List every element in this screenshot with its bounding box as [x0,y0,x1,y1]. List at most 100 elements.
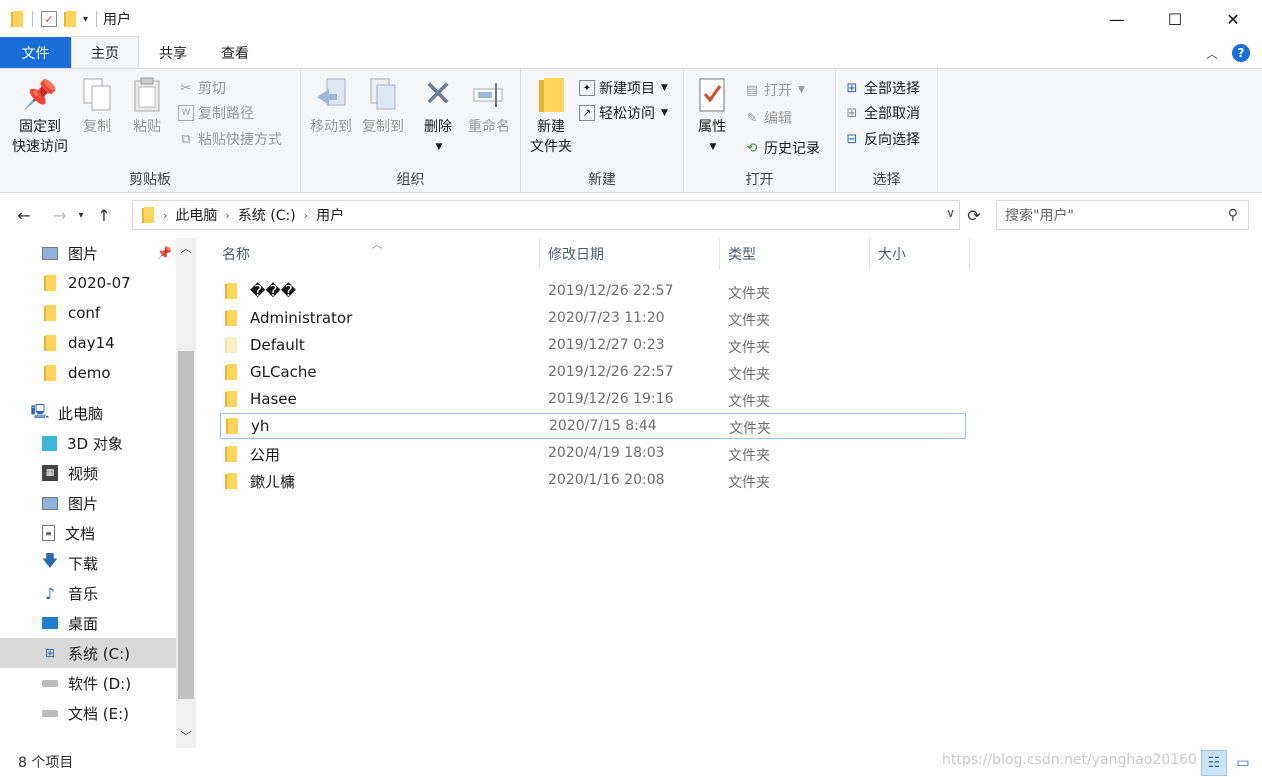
minimize-button[interactable]: — [1088,0,1146,38]
chevron-right-icon[interactable]: › [225,209,229,222]
tab-view[interactable]: 查看 [203,37,265,68]
nav-item-day14[interactable]: day14 [0,328,176,358]
forward-arrow-icon[interactable]: → [46,206,74,225]
file-name: Default [250,336,305,354]
nav-item-label: demo [68,364,111,382]
breadcrumb-this-pc[interactable]: 此电脑 [175,205,217,225]
delete-dropdown-icon[interactable]: ▼ [436,137,443,157]
back-arrow-icon[interactable]: ← [10,206,38,225]
chevron-right-icon[interactable]: › [304,209,308,222]
invert-selection-button[interactable]: ⊟ 反向选择 [844,128,920,150]
column-header-type[interactable]: 类型 [720,238,870,270]
pin-quick-access-button[interactable]: 📌 固定到 快速访问 [8,75,72,157]
chevron-down-icon[interactable]: ∨ [946,206,955,220]
tab-file[interactable]: 文件 [0,37,71,68]
copy-button[interactable]: 复制 [78,75,116,137]
file-name: 公用 [250,446,281,464]
refresh-icon[interactable]: ⟳ [962,200,986,230]
new-item-button[interactable]: ✦ 新建项目 ▼ [579,77,668,99]
easy-access-button[interactable]: ↗ 轻松访问 ▼ [579,102,668,124]
paste-button[interactable]: 粘贴 [128,75,166,137]
search-input[interactable]: 搜索"用户" ⚲ [996,200,1249,230]
rename-button[interactable]: 重命名 [463,75,515,137]
folder-icon [42,304,58,322]
nav-item-pictures[interactable]: 图片 [0,488,176,518]
scroll-down-icon[interactable]: ﹀ [176,728,196,744]
file-row[interactable]: Hasee 2019/12/26 19:16 文件夹 [220,387,966,413]
recent-locations-icon[interactable]: ▾ [74,210,88,221]
details-view-button[interactable]: ☷ [1201,750,1227,776]
file-row[interactable]: ��� 2019/12/26 22:57 文件夹 [220,279,966,305]
open-button[interactable]: ▤ 打开 ▼ [744,79,805,101]
column-header-size[interactable]: 大小 [870,238,970,270]
copy-path-button[interactable]: W 复制路径 [178,102,254,124]
navigation-pane: 图片 📌 2020-07 conf day14 demo 🖳 此电脑 3D 对象… [0,238,176,748]
scroll-up-icon[interactable]: ︿ [176,240,196,256]
nav-item-this-pc[interactable]: 🖳 此电脑 [0,398,176,428]
column-header-date[interactable]: 修改日期 [540,238,720,270]
nav-item-label: 下载 [68,554,99,573]
nav-scrollbar[interactable]: ︿ ﹀ [176,238,196,748]
new-folder-button[interactable]: 新建 文件夹 [525,75,577,157]
pin-label-line2: 快速访问 [12,139,68,155]
properties-icon[interactable]: ✓ [41,11,57,27]
edit-button[interactable]: ✎ 编辑 [744,107,792,129]
nav-item-label: 系统 (C:) [68,644,130,663]
pin-icon[interactable]: 📌 [157,246,172,260]
select-all-button[interactable]: ⊞ 全部选择 [844,77,920,99]
folder-icon [43,304,57,322]
address-bar[interactable]: › 此电脑 › 系统 (C:) › 用户 ∨ [132,200,960,230]
file-type: 文件夹 [728,475,770,491]
file-row[interactable]: 鏉ㄦ槦 2020/1/16 20:08 文件夹 [220,468,966,494]
nav-item-drive-e[interactable]: 文档 (E:) [0,698,176,728]
large-icons-view-button[interactable]: ▭ [1230,750,1256,776]
maximize-button[interactable]: ☐ [1146,0,1204,38]
column-header-name[interactable]: 名称 [214,238,540,270]
folder-icon [225,417,239,435]
ribbon-right-controls: ︿ ? [1206,44,1250,62]
file-row[interactable]: Administrator 2020/7/23 11:20 文件夹 [220,306,966,332]
help-icon[interactable]: ? [1232,44,1250,62]
paste-shortcut-button[interactable]: ⧉ 粘贴快捷方式 [178,128,282,150]
select-none-button[interactable]: ⊞ 全部取消 [844,102,920,124]
new-folder-label-line2: 文件夹 [530,139,572,155]
new-folder-icon[interactable] [63,10,77,28]
nav-item-videos[interactable]: ▦ 视频 [0,458,176,488]
properties-dropdown-icon[interactable]: ▼ [710,137,717,157]
nav-item-music[interactable]: ♪ 音乐 [0,578,176,608]
copy-to-button[interactable]: 复制到 [357,75,409,137]
nav-item-drive-d[interactable]: 软件 (D:) [0,668,176,698]
chevron-right-icon[interactable]: › [163,209,167,222]
cut-button[interactable]: ✂ 剪切 [178,77,226,99]
breadcrumb-drive-c[interactable]: 系统 (C:) [238,205,296,225]
history-button[interactable]: ⟲ 历史记录 [744,137,820,159]
select-all-label: 全部选择 [864,81,920,97]
folder-icon [224,446,238,463]
properties-button[interactable]: 属性 ▼ [692,75,732,157]
nav-item-3d-objects[interactable]: 3D 对象 [0,428,176,458]
nav-item-quick-pictures[interactable]: 图片 📌 [0,238,176,268]
up-arrow-icon[interactable]: ↑ [90,206,118,225]
collapse-ribbon-icon[interactable]: ︿ [1206,45,1218,62]
nav-item-documents[interactable]: ≡ 文档 [0,518,176,548]
tab-home[interactable]: 主页 [71,36,139,68]
nav-item-desktop[interactable]: 桌面 [0,608,176,638]
ribbon: 📌 固定到 快速访问 复制 粘贴 ✂ 剪切 W 复制路径 ⧉ 粘贴快捷方式 剪贴… [0,69,1262,193]
nav-item-demo[interactable]: demo [0,358,176,388]
nav-item-drive-c[interactable]: ⊞ 系统 (C:) [0,638,176,668]
nav-item-conf[interactable]: conf [0,298,176,328]
customize-toolbar-icon[interactable]: ▾ [83,14,88,25]
scrollbar-thumb[interactable] [178,351,194,699]
delete-button[interactable]: ✕ 删除 ▼ [419,75,457,157]
nav-item-downloads[interactable]: 🡇 下载 [0,548,176,578]
close-button[interactable]: ✕ [1204,0,1262,38]
file-row[interactable]: 公用 2020/4/19 18:03 文件夹 [220,441,966,467]
edit-icon: ✎ [746,110,758,126]
tab-share[interactable]: 共享 [139,37,203,68]
move-to-button[interactable]: 移动到 [305,75,357,137]
nav-item-2020-07[interactable]: 2020-07 [0,268,176,298]
file-row[interactable]: GLCache 2019/12/26 22:57 文件夹 [220,360,966,386]
file-row-selected[interactable]: yh 2020/7/15 8:44 文件夹 [220,413,966,439]
breadcrumb-users[interactable]: 用户 [316,205,344,225]
file-row[interactable]: Default 2019/12/27 0:23 文件夹 [220,333,966,359]
